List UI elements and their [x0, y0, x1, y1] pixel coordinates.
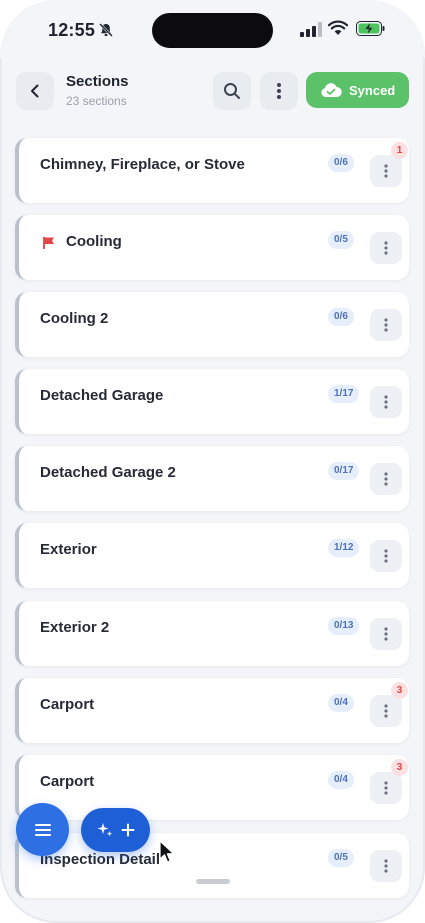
- section-card[interactable]: Cooling 2 0/6: [15, 292, 409, 357]
- completion-badge: 1/17: [328, 385, 360, 403]
- section-menu-button[interactable]: [370, 772, 402, 804]
- kebab-icon: [384, 627, 388, 641]
- kebab-icon: [384, 164, 388, 178]
- phone-screen: 12:55 Sections 23 sections Synced Chimne…: [0, 0, 425, 923]
- menu-icon: [34, 823, 51, 836]
- completion-badge: 0/4: [328, 771, 354, 789]
- flag-icon: [43, 237, 54, 249]
- kebab-icon: [384, 318, 388, 332]
- section-name: Carport: [40, 696, 95, 713]
- section-menu-button[interactable]: [370, 309, 402, 341]
- kebab-icon: [384, 781, 388, 795]
- kebab-icon: [384, 704, 388, 718]
- section-card[interactable]: Chimney, Fireplace, or Stove 0/6 1: [15, 138, 409, 203]
- dynamic-island: [152, 13, 273, 48]
- completion-badge: 0/4: [328, 694, 354, 712]
- search-icon: [224, 83, 240, 99]
- add-section-fab-button[interactable]: [81, 808, 150, 852]
- section-menu-button[interactable]: [370, 155, 402, 187]
- section-name: Exterior 2: [40, 619, 110, 636]
- section-card[interactable]: Cooling 0/5: [15, 215, 409, 280]
- bell-slash-icon: [99, 23, 113, 37]
- section-card[interactable]: Carport 0/4 3: [15, 755, 409, 820]
- header: Sections 23 sections Synced: [0, 60, 425, 120]
- more-options-button[interactable]: [260, 72, 298, 110]
- section-card[interactable]: Detached Garage 1/17: [15, 369, 409, 434]
- search-button[interactable]: [213, 72, 251, 110]
- plus-icon: [121, 823, 134, 837]
- kebab-icon: [384, 549, 388, 563]
- status-time: 12:55: [48, 20, 96, 40]
- section-menu-button[interactable]: [370, 618, 402, 650]
- completion-badge: 0/6: [328, 154, 354, 172]
- wifi-icon: [328, 20, 348, 35]
- section-menu-button[interactable]: [370, 695, 402, 727]
- sparkle-icon: [97, 823, 112, 837]
- kebab-icon: [384, 859, 388, 873]
- page-title: Sections: [66, 73, 129, 90]
- section-menu-button[interactable]: [370, 463, 402, 495]
- section-name: Chimney, Fireplace, or Stove: [40, 156, 245, 173]
- more-icon: [277, 83, 281, 99]
- section-name: Detached Garage 2: [40, 464, 176, 481]
- completion-badge: 0/6: [328, 308, 354, 326]
- section-card[interactable]: Detached Garage 2 0/17: [15, 446, 409, 511]
- section-count-subtitle: 23 sections: [66, 94, 127, 108]
- completion-badge: 0/17: [328, 462, 360, 480]
- back-chevron-icon: [31, 84, 39, 98]
- completion-badge: 1/12: [328, 539, 360, 557]
- section-name: Cooling: [66, 233, 122, 250]
- section-card[interactable]: Carport 0/4 3: [15, 678, 409, 743]
- section-name: Carport: [40, 773, 95, 790]
- section-name: Cooling 2: [40, 310, 109, 327]
- section-menu-button[interactable]: [370, 540, 402, 572]
- section-name: Exterior: [40, 541, 97, 558]
- kebab-icon: [384, 241, 388, 255]
- section-name: Inspection Detail: [40, 851, 161, 868]
- completion-badge: 0/13: [328, 617, 360, 635]
- alert-count-badge: 3: [391, 759, 408, 776]
- kebab-icon: [384, 472, 388, 486]
- kebab-icon: [384, 395, 388, 409]
- completion-badge: 0/5: [328, 231, 354, 249]
- menu-fab-button[interactable]: [16, 803, 69, 856]
- sync-status-button[interactable]: Synced: [306, 72, 409, 108]
- home-indicator: [196, 879, 230, 884]
- battery-charging-icon: [356, 21, 385, 36]
- section-menu-button[interactable]: [370, 386, 402, 418]
- signal-icon: [300, 22, 322, 37]
- status-bar: 12:55: [0, 0, 425, 58]
- cloud-check-icon: [321, 83, 342, 97]
- completion-badge: 0/5: [328, 849, 354, 867]
- alert-count-badge: 3: [391, 682, 408, 699]
- section-card[interactable]: Exterior 1/12: [15, 523, 409, 588]
- sync-label: Synced: [349, 82, 396, 98]
- section-name: Detached Garage: [40, 387, 164, 404]
- section-card[interactable]: Exterior 2 0/13: [15, 601, 409, 666]
- section-menu-button[interactable]: [370, 850, 402, 882]
- section-card[interactable]: Inspection Detail 0/5: [15, 833, 409, 898]
- section-menu-button[interactable]: [370, 232, 402, 264]
- back-button[interactable]: [16, 72, 54, 110]
- mouse-cursor-icon: [159, 840, 175, 863]
- alert-count-badge: 1: [391, 142, 408, 159]
